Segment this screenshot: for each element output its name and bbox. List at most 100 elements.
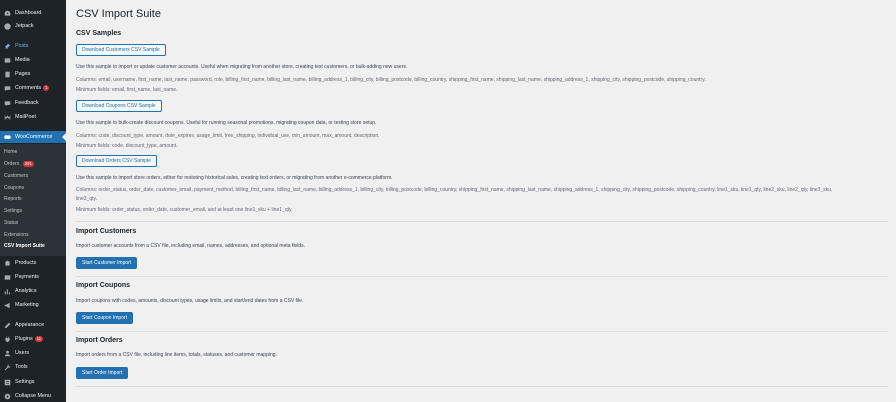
import-orders-description: Import orders from a CSV file, including…: [76, 352, 277, 358]
pin-icon: [4, 43, 11, 50]
menu-label: Marketing: [15, 302, 39, 308]
payments-icon: [4, 274, 11, 281]
menu-label: WooCommerce: [15, 134, 53, 140]
comments-icon: [4, 85, 11, 92]
menu-label: Payments: [15, 274, 39, 280]
submenu-coupons[interactable]: Coupons: [4, 183, 24, 193]
submenu-status[interactable]: Status: [4, 218, 18, 228]
section-divider: [76, 276, 888, 277]
coupons-sample-columns: Columns: code, discount_type, amount, da…: [76, 133, 380, 139]
menu-label: Settings: [15, 379, 35, 385]
pages-icon: [4, 71, 11, 78]
plugins-icon: [4, 336, 11, 343]
import-customers-description: Import customer accounts from a CSV file…: [76, 243, 305, 249]
main-content: CSV Import Suite CSV Samples Download Cu…: [66, 0, 896, 402]
menu-payments[interactable]: Payments: [0, 271, 66, 283]
menu-posts[interactable]: Posts: [0, 40, 66, 52]
menu-media[interactable]: Media: [0, 54, 66, 66]
collapse-menu-button[interactable]: Collapse Menu: [0, 390, 66, 402]
marketing-icon: [4, 302, 11, 309]
download-coupons-sample-button[interactable]: Download Coupons CSV Sample: [76, 100, 162, 112]
menu-label: Plugins: [15, 336, 33, 342]
submenu-reports[interactable]: Reports: [4, 194, 22, 204]
menu-mailpoet[interactable]: MailPoet: [0, 111, 66, 123]
menu-label: Posts: [15, 43, 29, 49]
menu-label: Analytics: [15, 288, 37, 294]
menu-label: Comments: [15, 85, 42, 91]
menu-dashboard[interactable]: Dashboard: [0, 7, 66, 19]
import-customers-heading: Import Customers: [76, 228, 137, 235]
submenu-settings[interactable]: Settings: [4, 206, 22, 216]
section-divider: [76, 221, 888, 222]
menu-comments[interactable]: Comments 1: [0, 82, 66, 94]
comments-count-badge: 1: [43, 85, 50, 91]
menu-label: Appearance: [15, 322, 45, 328]
menu-products[interactable]: Products: [0, 257, 66, 269]
customers-sample-description: Use this sample to import or update cust…: [76, 64, 408, 70]
orders-sample-columns: Columns: order_status, order_date, custo…: [76, 187, 833, 193]
section-divider: [76, 386, 888, 387]
start-order-import-button[interactable]: Start Order Import: [76, 367, 129, 379]
coupons-sample-minimum: Minimum fields: code, discount_type, amo…: [76, 143, 178, 149]
menu-feedback[interactable]: Feedback: [0, 97, 66, 109]
submenu-home[interactable]: Home: [4, 147, 17, 157]
import-coupons-heading: Import Coupons: [76, 282, 131, 289]
menu-appearance[interactable]: Appearance: [0, 319, 66, 331]
menu-label: Dashboard: [15, 10, 42, 16]
menu-label: Products: [15, 260, 37, 266]
menu-woocommerce[interactable]: WooCommerce: [0, 131, 66, 143]
start-coupon-import-button[interactable]: Start Coupon Import: [76, 312, 134, 324]
menu-label: Jetpack: [15, 23, 34, 29]
submenu-orders[interactable]: Orders 201: [4, 159, 34, 169]
jetpack-icon: [4, 22, 11, 30]
appearance-icon: [4, 322, 11, 329]
menu-label: Users: [15, 350, 30, 356]
users-icon: [4, 350, 11, 357]
dashboard-icon: [4, 10, 11, 17]
menu-analytics[interactable]: Analytics: [0, 285, 66, 297]
submenu-label: Orders: [4, 161, 20, 167]
menu-label: Collapse Menu: [15, 393, 51, 399]
settings-icon: [4, 379, 11, 386]
feedback-icon: [4, 100, 11, 107]
menu-tools[interactable]: Tools: [0, 361, 66, 373]
orders-sample-columns-cont: line3_qty.: [76, 196, 98, 202]
menu-label: Feedback: [15, 100, 39, 106]
menu-marketing[interactable]: Marketing: [0, 299, 66, 311]
woocommerce-icon: [4, 134, 11, 141]
analytics-icon: [4, 288, 11, 295]
menu-label: MailPoet: [15, 114, 36, 120]
csv-samples-heading: CSV Samples: [76, 30, 122, 37]
menu-users[interactable]: Users: [0, 347, 66, 359]
menu-label: Tools: [15, 364, 28, 370]
woocommerce-submenu: Home Orders 201 Customers Coupons Report…: [0, 144, 66, 256]
menu-label: Media: [15, 57, 30, 63]
start-customer-import-button[interactable]: Start Customer Import: [76, 257, 138, 269]
import-orders-heading: Import Orders: [76, 337, 123, 344]
mailpoet-icon: [4, 114, 11, 121]
plugins-count-badge: 11: [34, 336, 44, 342]
admin-sidebar: Dashboard Jetpack Posts Media Pages Comm…: [0, 0, 66, 402]
orders-count-badge: 201: [22, 161, 34, 167]
page-title: CSV Import Suite: [76, 8, 161, 20]
orders-sample-description: Use this sample to import store orders, …: [76, 175, 393, 181]
customers-sample-minimum: Minimum fields: email, first_name, last_…: [76, 87, 178, 93]
menu-pages[interactable]: Pages: [0, 68, 66, 80]
coupons-sample-description: Use this sample to bulk-create discount …: [76, 120, 377, 126]
products-icon: [4, 260, 11, 267]
submenu-csv-import-suite[interactable]: CSV Import Suite: [4, 241, 45, 251]
download-customers-sample-button[interactable]: Download Customers CSV Sample: [76, 44, 166, 56]
menu-settings[interactable]: Settings: [0, 376, 66, 388]
submenu-customers[interactable]: Customers: [4, 171, 28, 181]
section-divider: [76, 331, 888, 332]
customers-sample-columns: Columns: email, username, first_name, la…: [76, 77, 706, 83]
media-icon: [4, 57, 11, 64]
collapse-icon: [4, 393, 11, 400]
menu-label: Pages: [15, 71, 31, 77]
submenu-extensions[interactable]: Extensions: [4, 230, 28, 240]
tools-icon: [4, 364, 11, 371]
menu-plugins[interactable]: Plugins 11: [0, 333, 66, 345]
menu-jetpack[interactable]: Jetpack: [0, 20, 66, 32]
download-orders-sample-button[interactable]: Download Orders CSV Sample: [76, 155, 157, 167]
orders-sample-minimum: Minimum fields: order_status, order_date…: [76, 207, 293, 213]
